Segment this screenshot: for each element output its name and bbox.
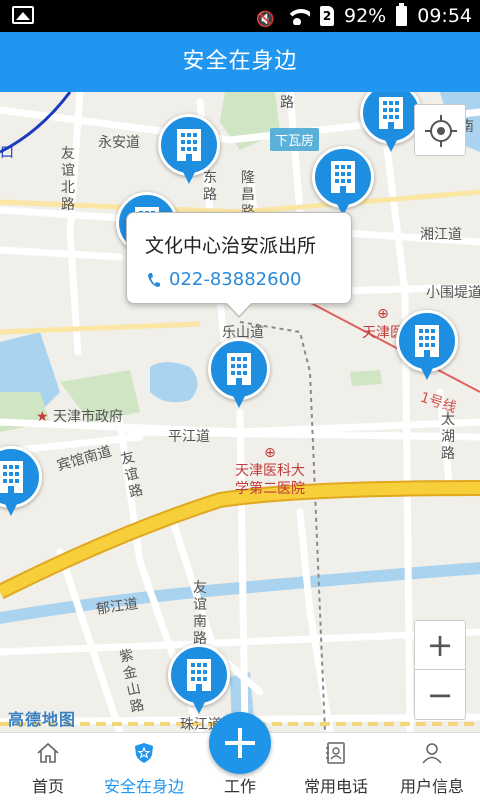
road-label: 太湖路: [441, 412, 455, 462]
road-label: 路: [280, 95, 294, 111]
status-bar: 2 92% 09:54: [0, 0, 480, 32]
zoom-out-button[interactable]: −: [415, 671, 465, 720]
nav-label: 安全在身边: [103, 777, 184, 796]
road-label: 小围堤道: [426, 285, 480, 301]
nav-item-home[interactable]: 首页: [0, 733, 96, 800]
road-label: 平江道: [168, 429, 210, 445]
home-icon: [37, 742, 59, 763]
shield-star-icon: [135, 743, 153, 763]
sim-icon: 2: [320, 6, 334, 26]
station-phone-number: 022-83882600: [169, 269, 302, 290]
phone-icon: [148, 272, 160, 287]
zoom-in-button[interactable]: +: [415, 621, 465, 670]
road-label: 永安道: [98, 135, 140, 151]
road-label: 友谊北路: [61, 146, 75, 213]
building-icon: [415, 325, 439, 357]
page-title: 安全在身边: [0, 32, 480, 92]
plus-icon: [225, 728, 255, 758]
road-label: 湘江道: [420, 227, 462, 243]
station-phone-link[interactable]: 022-83882600: [147, 269, 301, 290]
nav-item-user[interactable]: 用户信息: [384, 733, 480, 800]
clock: 09:54: [417, 5, 472, 27]
police-station-marker[interactable]: [360, 92, 422, 156]
police-station-marker[interactable]: [312, 146, 374, 220]
nav-label: 工作: [223, 777, 256, 796]
map-view[interactable]: 永安道 友谊北路 东路 隆昌路 湘江道 小围堤道 乐山道 平江道 宾馆南道 友谊…: [0, 92, 480, 732]
station-info-callout[interactable]: 文化中心治安派出所 022-83882600: [126, 212, 352, 318]
building-icon: [187, 659, 211, 691]
police-station-marker[interactable]: [0, 446, 42, 520]
road-label: 友谊南路: [193, 580, 207, 647]
nav-item-safety[interactable]: 安全在身边: [96, 733, 192, 800]
zoom-controls: + −: [414, 620, 466, 720]
wifi-icon: [284, 7, 310, 25]
locate-icon: [425, 115, 457, 147]
mute-icon: [256, 7, 274, 25]
building-icon: [177, 129, 201, 161]
gallery-icon: [12, 6, 34, 24]
battery-percent: 92%: [344, 5, 387, 27]
nav-label: 常用电话: [303, 777, 368, 796]
hospital-label: ⊕ 天津医科大学第二医院: [235, 445, 305, 497]
building-icon: [379, 97, 403, 129]
building-icon: [331, 161, 355, 193]
gov-label: ★ 天津市政府: [36, 409, 124, 425]
map-logo: 高德地图: [8, 710, 77, 729]
police-station-marker[interactable]: [158, 114, 220, 188]
work-fab-button[interactable]: [209, 712, 271, 774]
police-station-marker[interactable]: [168, 644, 230, 718]
building-icon: [227, 353, 251, 385]
contact-card-icon: [326, 742, 345, 764]
nav-label: 用户信息: [399, 777, 464, 796]
police-station-marker[interactable]: [396, 310, 458, 384]
road-label: 口: [0, 145, 14, 161]
station-name: 文化中心治安派出所: [145, 235, 317, 257]
battery-icon: [396, 3, 408, 26]
nav-item-phones[interactable]: 常用电话: [288, 733, 384, 800]
locate-button[interactable]: [414, 104, 466, 156]
police-station-marker-selected[interactable]: [208, 338, 270, 412]
nav-label: 首页: [31, 777, 64, 796]
user-icon: [422, 743, 442, 764]
building-icon: [0, 461, 23, 493]
